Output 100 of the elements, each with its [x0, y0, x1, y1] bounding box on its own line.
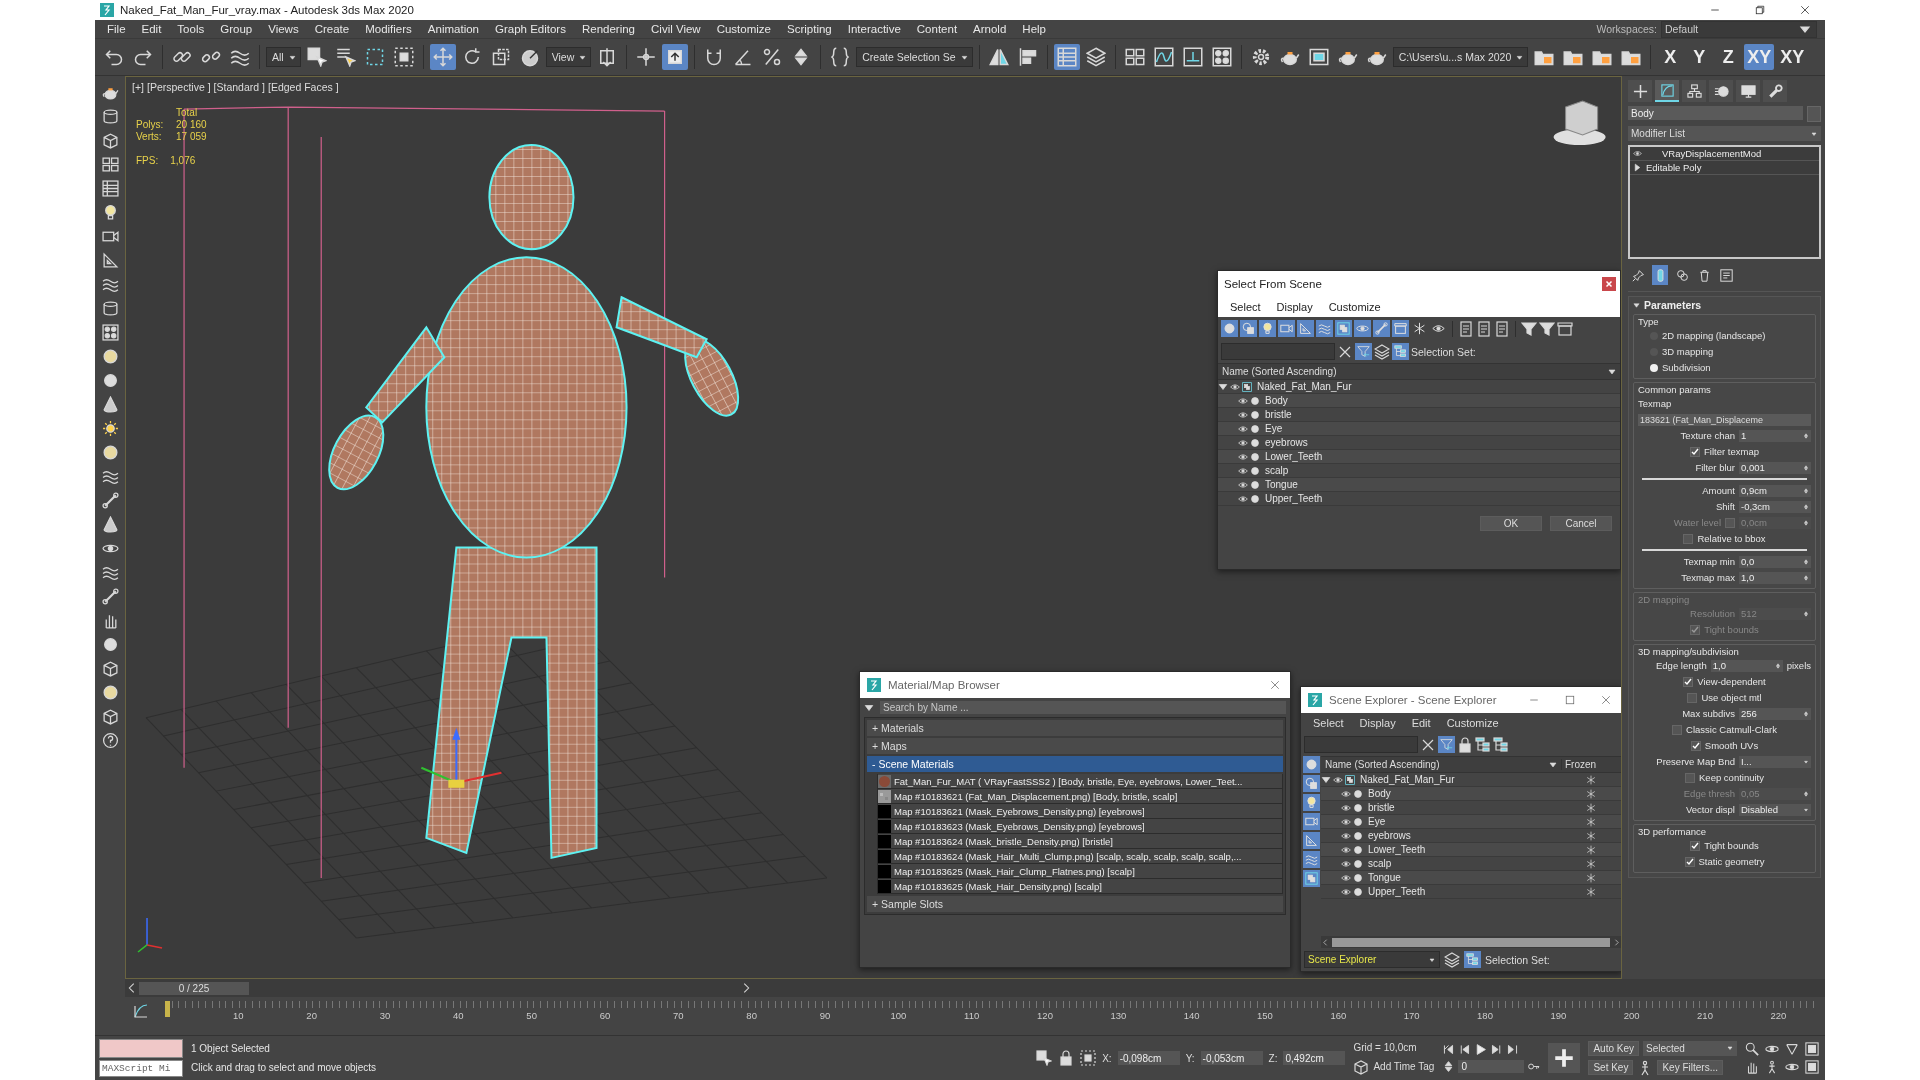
- modifier-item[interactable]: VRayDisplacementMod: [1646, 148, 1762, 159]
- eye-icon[interactable]: [1341, 858, 1351, 869]
- circle-icon[interactable]: [1250, 409, 1260, 420]
- menu-item[interactable]: Views: [260, 23, 307, 35]
- sphere-icon[interactable]: [101, 684, 119, 701]
- spinner-field[interactable]: 1,0: [1710, 659, 1783, 672]
- tree-item[interactable]: Naked_Fat_Man_Fur: [1357, 774, 1458, 785]
- menu-item[interactable]: Display: [1268, 301, 1321, 313]
- move-arrows-icon[interactable]: [429, 44, 456, 70]
- tree-item[interactable]: Body: [1262, 395, 1291, 406]
- frame-field[interactable]: 0: [1458, 1060, 1525, 1073]
- coordinate-field[interactable]: -0,098cm: [1117, 1051, 1180, 1065]
- dropdown[interactable]: View: [545, 47, 592, 67]
- chevron-right-icon[interactable]: [1612, 937, 1621, 947]
- eye-icon[interactable]: [1238, 437, 1248, 448]
- rollout-title[interactable]: Parameters: [1644, 299, 1702, 311]
- sphere-icon[interactable]: [101, 444, 119, 461]
- menu-item[interactable]: Customize: [1438, 717, 1507, 729]
- filter-icon[interactable]: [1539, 320, 1555, 337]
- view-cube[interactable]: [1553, 100, 1606, 146]
- checkbox[interactable]: [1690, 446, 1701, 457]
- viewport-label[interactable]: [Standard ]: [213, 81, 265, 93]
- menu-item[interactable]: Customize: [708, 23, 779, 35]
- material-list-item[interactable]: Map #10183621 (Mask_Eyebrows_Density.png) [eyebrows]: [877, 804, 1283, 819]
- magnifier-icon[interactable]: [1745, 1042, 1759, 1056]
- snowflake-icon[interactable]: [1411, 320, 1428, 337]
- circle-icon[interactable]: [1353, 844, 1363, 855]
- dropdown[interactable]: C:\Users\u...s Max 2020: [1392, 47, 1529, 67]
- layers-icon[interactable]: [1374, 343, 1390, 360]
- section-header[interactable]: + Materials: [867, 720, 1283, 736]
- eye-icon[interactable]: [1238, 451, 1248, 462]
- circle-icon[interactable]: [1250, 479, 1260, 490]
- add-time-tag-link[interactable]: Add Time Tag: [1373, 1061, 1435, 1072]
- document-icon[interactable]: [1476, 320, 1492, 337]
- sphere-icon[interactable]: [101, 348, 119, 365]
- tree-item[interactable]: Tongue: [1365, 872, 1404, 883]
- lock-icon[interactable]: [1457, 736, 1473, 753]
- expand-triangle-icon[interactable]: [1633, 301, 1640, 309]
- explorer-dropdown[interactable]: Scene Explorer: [1304, 951, 1440, 968]
- tree-item[interactable]: bristle: [1365, 802, 1398, 813]
- auto-key-button[interactable]: Auto Key: [1588, 1040, 1639, 1056]
- key-filters-button[interactable]: Key Filters...: [1657, 1060, 1723, 1075]
- document-icon[interactable]: [1494, 320, 1510, 337]
- previous-frame-icon[interactable]: [1458, 1043, 1472, 1056]
- menu-item[interactable]: Select: [1305, 717, 1352, 729]
- circle-icon[interactable]: [1250, 437, 1260, 448]
- grid-icon[interactable]: [101, 156, 119, 173]
- dialog-button[interactable]: Cancel: [1550, 516, 1612, 531]
- list-grid-icon[interactable]: [101, 180, 119, 197]
- eye-icon[interactable]: [1633, 149, 1642, 158]
- maximize-viewport-icon[interactable]: [1805, 1042, 1819, 1056]
- menu-item[interactable]: Animation: [419, 23, 487, 35]
- tree-item[interactable]: bristle: [1262, 409, 1295, 420]
- cone-icon[interactable]: [101, 396, 119, 413]
- group-icon[interactable]: [1303, 870, 1320, 887]
- eye-icon[interactable]: [1341, 788, 1351, 799]
- skip-start-icon[interactable]: [1442, 1043, 1456, 1056]
- dropdown[interactable]: I...: [1739, 755, 1811, 768]
- menu-item[interactable]: Tools: [169, 23, 213, 35]
- big-plus-icon[interactable]: [1548, 1043, 1581, 1073]
- expand-triangle-icon[interactable]: [1321, 774, 1331, 785]
- circle-icon[interactable]: [1353, 872, 1363, 883]
- triangle-ruler-icon[interactable]: [101, 252, 119, 269]
- menu-item[interactable]: Modifiers: [357, 23, 420, 35]
- cylinder-icon[interactable]: [101, 108, 119, 125]
- filter-icon[interactable]: [1521, 320, 1537, 337]
- menu-item[interactable]: Content: [908, 23, 966, 35]
- eye-icon[interactable]: [1238, 493, 1248, 504]
- box-icon[interactable]: [101, 132, 119, 149]
- checkbox[interactable]: [1672, 724, 1683, 735]
- checkbox[interactable]: [1683, 533, 1694, 544]
- wave-icon[interactable]: [101, 468, 119, 485]
- spinner-field[interactable]: 256: [1739, 707, 1811, 720]
- checkbox[interactable]: [1687, 692, 1698, 703]
- section-header[interactable]: - Scene Materials: [867, 756, 1283, 772]
- dropdown[interactable]: Create Selection Se: [856, 47, 973, 67]
- menu-item[interactable]: Edit: [1403, 717, 1439, 729]
- expand-triangle-icon[interactable]: [864, 702, 874, 713]
- modifier-list-dropdown[interactable]: Modifier List: [1628, 126, 1821, 141]
- collapse-triangle-icon[interactable]: [1633, 163, 1642, 172]
- expand-triangle-icon[interactable]: [1218, 381, 1228, 392]
- dropdown[interactable]: Disabled: [1739, 803, 1811, 816]
- circle-icon[interactable]: [1250, 423, 1260, 434]
- material-list-item[interactable]: Map #10183624 (Mask_bristle_Density.png) [bristle]: [877, 834, 1283, 849]
- circle-icon[interactable]: [1353, 830, 1363, 841]
- eye-icon[interactable]: [1341, 830, 1351, 841]
- skip-end-icon[interactable]: [1506, 1043, 1520, 1056]
- eye-icon[interactable]: [1341, 886, 1351, 897]
- eye-icon[interactable]: [1238, 465, 1248, 476]
- list-grid-icon[interactable]: [1053, 44, 1080, 70]
- wave-icon[interactable]: [101, 276, 119, 293]
- snowflake-icon[interactable]: [1586, 844, 1596, 855]
- snowflake-icon[interactable]: [1586, 830, 1596, 841]
- circle-icon[interactable]: [1353, 802, 1363, 813]
- wrench-icon[interactable]: [1763, 80, 1787, 102]
- eye-icon[interactable]: [1341, 816, 1351, 827]
- checkbox[interactable]: [1685, 772, 1695, 783]
- play-icon[interactable]: [1474, 1043, 1488, 1056]
- spinner-field[interactable]: 0,0: [1739, 555, 1811, 568]
- snowflake-icon[interactable]: [1586, 886, 1596, 897]
